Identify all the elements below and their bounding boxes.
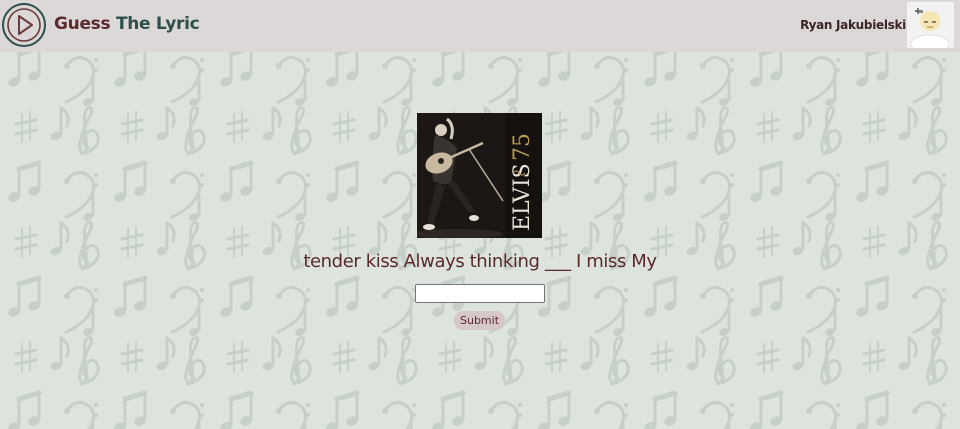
answer-input[interactable] — [415, 284, 545, 303]
app-title-rest: The Lyric — [110, 14, 200, 34]
submit-button[interactable]: Submit — [454, 311, 505, 330]
user-name[interactable]: Ryan Jakubielski — [800, 18, 906, 32]
music-notes-background — [0, 52, 960, 429]
user-avatar-icon[interactable] — [907, 2, 954, 48]
album-title-text: ELVIS — [510, 163, 535, 231]
app-title[interactable]: Guess The Lyric — [54, 14, 200, 34]
album-number-text: 75 — [510, 133, 535, 161]
lyric-prompt: tender kiss Always thinking ___ I miss M… — [303, 251, 657, 272]
play-circle-icon[interactable] — [1, 2, 47, 48]
top-header: Guess The Lyric Ryan Jakubielski — [0, 0, 960, 52]
album-cover-image: ELVIS 75 — [417, 113, 542, 238]
app-title-first-word: Guess — [54, 14, 111, 34]
